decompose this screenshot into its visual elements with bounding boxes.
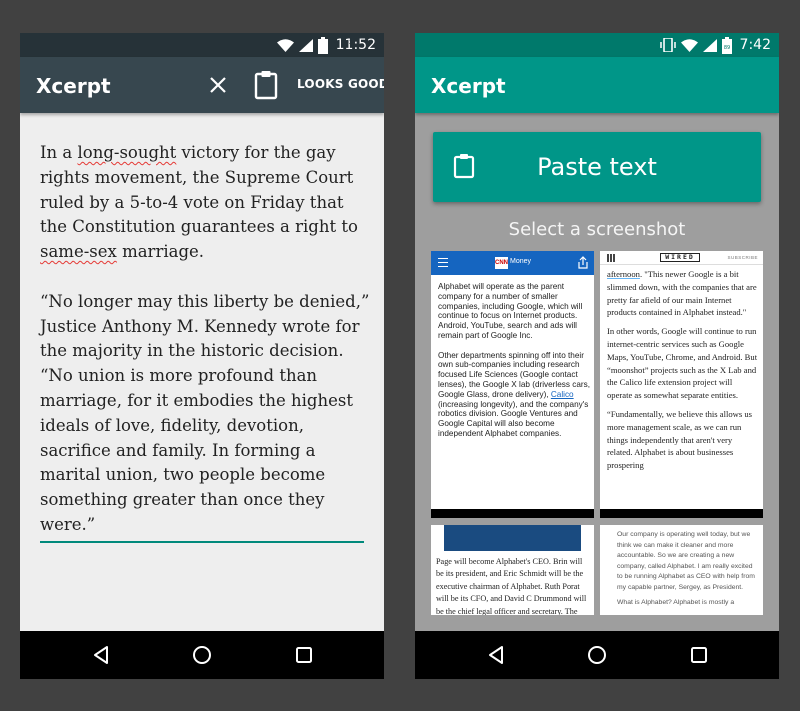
recents-icon[interactable] — [687, 643, 711, 667]
app-bar: Xcerpt LOOKS GOOD! — [20, 57, 384, 113]
thumb-header: CNN Money — [431, 251, 594, 275]
paste-text-button[interactable]: Paste text — [433, 132, 761, 202]
status-bar: 89 7:42 — [415, 33, 779, 57]
thumb-link-text: afternoon — [607, 269, 640, 279]
subscribe-label: SUBSCRIBE — [727, 255, 758, 260]
excerpt-paragraph: “No longer may this liberty be denied,” … — [40, 291, 370, 534]
app-title: Xcerpt — [36, 74, 111, 98]
battery-icon: 89 — [721, 36, 732, 54]
app-bar: Xcerpt — [415, 57, 779, 113]
battery-icon — [317, 36, 328, 54]
screenshot-thumbnail-wired[interactable]: WIRED SUBSCRIBE afternoon. "This newer G… — [600, 251, 763, 518]
thumb-paragraph: afternoon. "This newer Google is a bit s… — [607, 268, 759, 319]
thumb-paragraph: In other words, Google will continue to … — [607, 326, 758, 401]
screenshot-thumbnail-third[interactable]: Page will become Alphabet's CEO. Brin wi… — [431, 525, 594, 615]
excerpt-paragraph: In a long-sought victory for the gay rig… — [40, 141, 370, 265]
share-icon — [578, 256, 588, 269]
cnn-logo: CNN — [495, 257, 508, 269]
status-time: 11:52 — [335, 37, 376, 53]
thumb-article: afternoon. "This newer Google is a bit s… — [607, 268, 759, 472]
left-phone-screen: 11:52 Xcerpt LOOKS GOOD! In a long-sough… — [20, 33, 384, 679]
calico-link: Calico — [550, 389, 574, 399]
vibrate-icon — [659, 38, 676, 52]
battery-level: 93 — [345, 40, 353, 46]
home-icon[interactable] — [585, 643, 609, 667]
thumb-paragraph: What is Alphabet? Alphabet is mostly a — [617, 599, 735, 606]
right-phone-screen: 89 7:42 Xcerpt Paste text Select a scree… — [415, 33, 779, 679]
thumb-navbar — [431, 509, 594, 518]
back-icon[interactable] — [90, 643, 114, 667]
menu-icon — [438, 258, 448, 267]
thumb-navbar — [600, 509, 763, 518]
wired-logo: WIRED — [660, 253, 700, 262]
wifi-icon — [680, 38, 698, 52]
screenshot-thumbnail-fourth[interactable]: Our company is operating well today, but… — [600, 525, 763, 615]
status-time: 7:42 — [739, 37, 771, 53]
paste-text-label: Paste text — [537, 153, 657, 181]
battery-level: 89 — [723, 45, 729, 51]
misspelled-word[interactable]: long-sought — [77, 143, 176, 162]
thumb-article: Alphabet will operate as the parent comp… — [438, 282, 590, 439]
back-icon[interactable] — [485, 643, 509, 667]
navigation-bar — [20, 631, 384, 679]
select-screenshot-heading: Select a screenshot — [508, 219, 686, 240]
thumb-image-block — [444, 525, 581, 551]
excerpt-text[interactable]: In a long-sought victory for the gay rig… — [40, 141, 370, 563]
thumb-paragraph: “Fundamentally, we believe this allows u… — [607, 408, 753, 471]
wifi-icon — [276, 38, 294, 52]
thumb-header: WIRED SUBSCRIBE — [600, 251, 763, 265]
thumb-text-run: (increasing longevity), and the company'… — [438, 399, 589, 438]
close-icon[interactable] — [204, 71, 232, 99]
signal-icon — [702, 38, 717, 52]
thumb-paragraph: Page will become Alphabet's CEO. Brin wi… — [436, 557, 587, 615]
clipboard-icon[interactable] — [253, 70, 279, 100]
text-selection-underline — [40, 541, 364, 543]
thumb-paragraph: Other departments spinning off into thei… — [438, 351, 590, 439]
thumb-article: Our company is operating well today, but… — [617, 530, 757, 609]
status-bar: 11:52 — [20, 33, 384, 57]
excerpt-text-run: In a — [40, 143, 78, 162]
recents-icon[interactable] — [292, 643, 316, 667]
misspelled-word[interactable]: same-sex — [40, 242, 117, 261]
signal-icon — [298, 38, 313, 52]
money-label: Money — [510, 258, 532, 265]
home-icon[interactable] — [190, 643, 214, 667]
looks-good-button[interactable]: LOOKS GOOD! — [297, 77, 384, 91]
thumb-paragraph: Alphabet will operate as the parent comp… — [438, 282, 583, 340]
excerpt-text-run: marriage. — [116, 242, 205, 262]
grid-icon — [607, 254, 615, 262]
app-title: Xcerpt — [431, 74, 506, 98]
thumb-paragraph: Our company is operating well today, but… — [617, 531, 755, 591]
screenshot-thumbnail-cnn[interactable]: CNN Money Alphabet will operate as the p… — [431, 251, 594, 518]
navigation-bar — [415, 631, 779, 679]
